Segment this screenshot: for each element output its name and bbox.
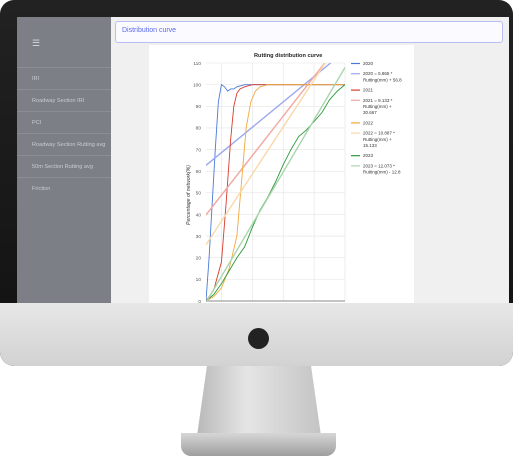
sidebar-item-50m-section-rutting-avg[interactable]: 50m Section Rutting avg <box>17 155 111 177</box>
legend-label: Rutting(mm) + 56.8 <box>363 77 402 82</box>
power-button <box>248 328 269 349</box>
y-tick-label: 80 <box>196 126 202 132</box>
y-axis-label: Percentage of network(%) <box>186 165 192 225</box>
monitor-stand-base <box>181 433 336 456</box>
tab-distribution-curve[interactable]: Distribution curve <box>122 27 176 34</box>
sidebar: ☰ IRI Roadway Section IRI PCI Roadway Se… <box>17 17 111 303</box>
main-content: Distribution curve Rutting distribution … <box>111 17 509 303</box>
legend-label: Rutting(mm) + <box>363 104 392 109</box>
legend-label: 2021 <box>363 88 374 93</box>
y-tick-label: 40 <box>196 212 202 218</box>
trendline-series-3 <box>206 67 345 301</box>
sidebar-item-iri[interactable]: IRI <box>17 67 111 89</box>
sidebar-item-friction[interactable]: Friction <box>17 177 111 199</box>
menu-icon[interactable]: ☰ <box>32 39 40 48</box>
y-tick-label: 20 <box>196 256 202 262</box>
legend-label: Rutting(mm) + <box>363 137 392 142</box>
monitor-bezel: ☰ IRI Roadway Section IRI PCI Roadway Se… <box>0 0 513 366</box>
sidebar-menu: IRI Roadway Section IRI PCI Roadway Sect… <box>17 67 111 199</box>
trendline-series-2 <box>206 63 326 246</box>
legend-label: 2020 <box>363 61 374 66</box>
y-tick-label: 100 <box>193 82 201 88</box>
chart-title: Rutting distribution curve <box>254 53 322 59</box>
y-tick-label: 90 <box>196 104 202 110</box>
monitor-stand <box>197 366 321 436</box>
legend-label: 2023 <box>363 153 374 158</box>
rutting-distribution-chart: Rutting distribution curve Percentage of… <box>186 53 402 303</box>
legend-label: Rutting(mm) - 12.8 <box>363 170 401 175</box>
legend-label: 2022 = 10.887 * <box>363 131 395 136</box>
sidebar-item-pci[interactable]: PCI <box>17 111 111 133</box>
y-tick-label: 30 <box>196 234 202 240</box>
legend-label: 15.133 <box>363 143 377 148</box>
legend-label: 2021 = 9.133 * <box>363 98 393 103</box>
legend-label: 2020 = 5.865 * <box>363 71 393 76</box>
legend-label: 2022 <box>363 120 374 125</box>
screen: ☰ IRI Roadway Section IRI PCI Roadway Se… <box>17 17 509 303</box>
legend-label: 30.667 <box>363 110 377 115</box>
chart-panel: Rutting distribution curve Percentage of… <box>149 45 414 303</box>
y-tick-label: 70 <box>196 147 202 153</box>
sidebar-item-roadway-section-rutting-avg[interactable]: Roadway Section Rutting avg <box>17 133 111 155</box>
y-tick-label: 60 <box>196 169 202 175</box>
y-tick-label: 110 <box>193 61 201 67</box>
y-tick-label: 10 <box>196 277 202 283</box>
y-tick-label: 50 <box>196 191 202 197</box>
tab-bar: Distribution curve <box>115 21 503 43</box>
legend-label: 2023 = 12.073 * <box>363 163 395 168</box>
sidebar-item-roadway-section-iri[interactable]: Roadway Section IRI <box>17 89 111 111</box>
